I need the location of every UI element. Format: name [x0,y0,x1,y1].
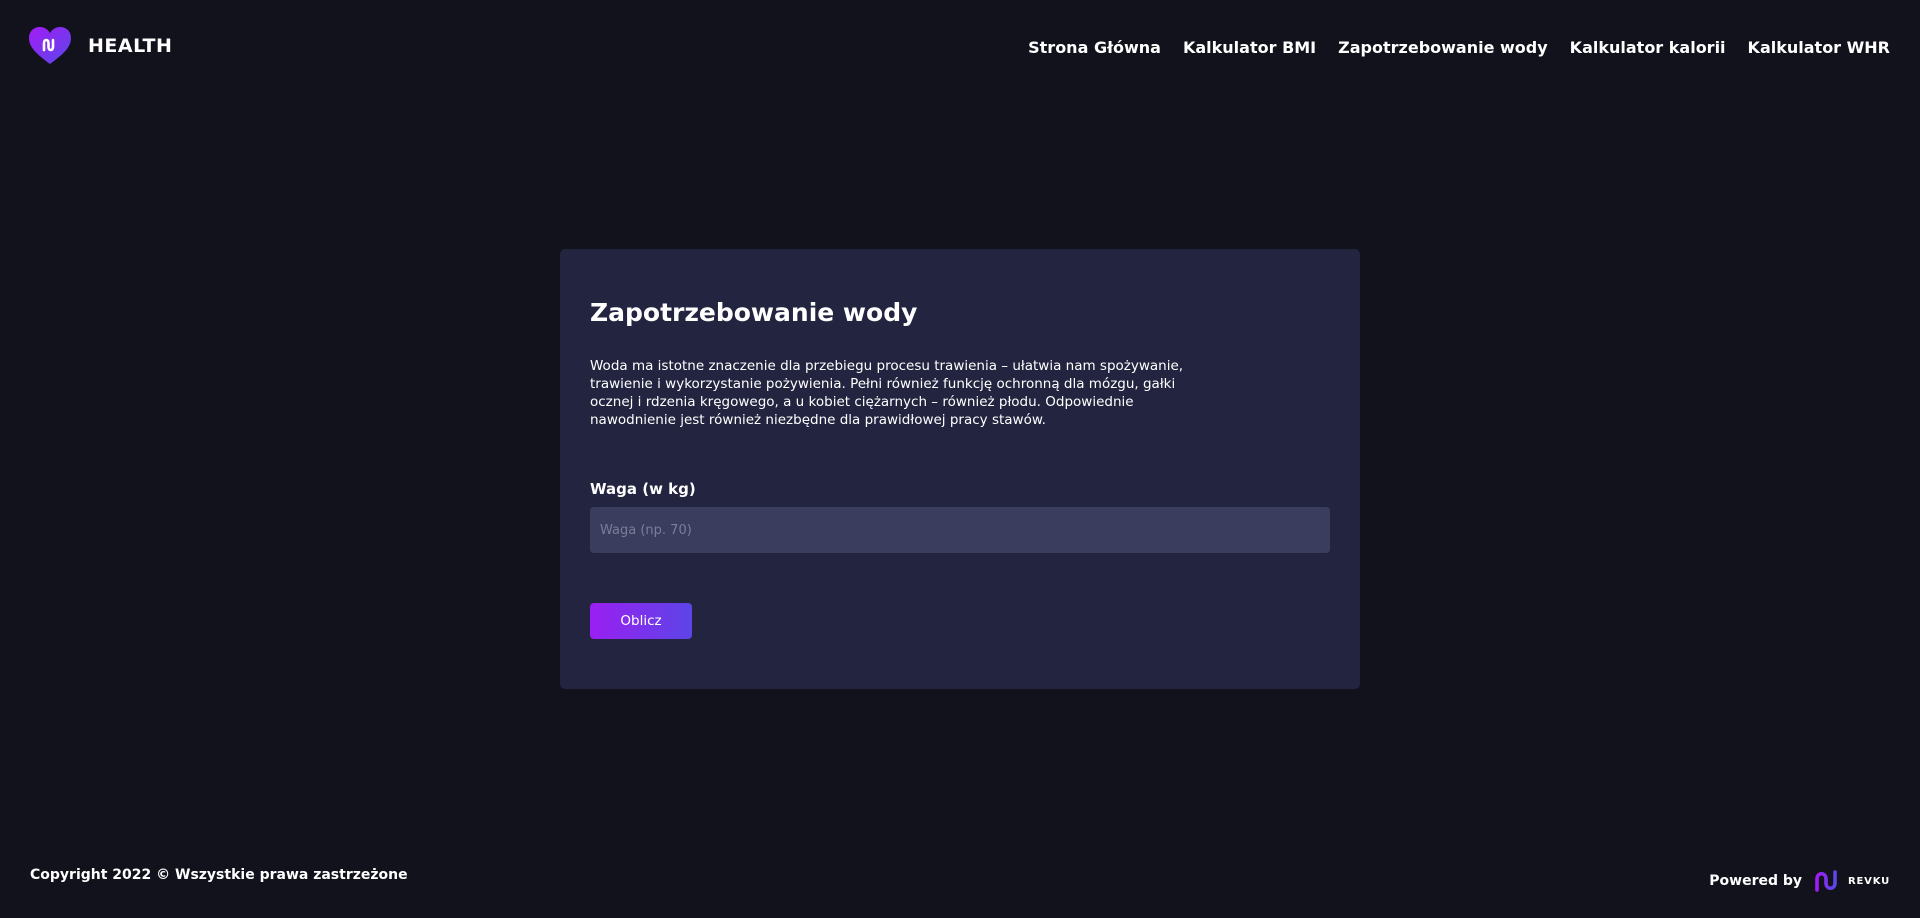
powered-by: Powered by REVKU [1709,870,1890,892]
weight-label: Waga (w kg) [590,480,696,498]
nav-item-whr-calculator[interactable]: Kalkulator WHR [1748,38,1890,57]
site-header: HEALTH Strona Główna Kalkulator BMI Zapo… [0,0,1920,92]
revku-brand-name: REVKU [1848,875,1890,887]
powered-by-label: Powered by [1709,873,1803,889]
page: HEALTH Strona Główna Kalkulator BMI Zapo… [0,0,1920,918]
revku-logo[interactable]: REVKU [1814,870,1890,892]
nav-item-bmi-calculator[interactable]: Kalkulator BMI [1183,38,1316,57]
description-text: Woda ma istotne znaczenie dla przebiegu … [590,358,1184,428]
brand[interactable]: HEALTH [29,27,172,65]
page-title: Zapotrzebowanie wody [590,298,918,327]
brand-name: HEALTH [88,35,173,57]
copyright-text: Copyright 2022 © Wszystkie prawa zastrze… [30,867,408,883]
heart-logo-icon [29,27,71,64]
nav-item-home[interactable]: Strona Główna [1028,38,1161,57]
nav-item-calorie-calculator[interactable]: Kalkulator kalorii [1570,38,1726,57]
nav-item-water-requirement[interactable]: Zapotrzebowanie wody [1338,38,1548,57]
water-calculator-card: Zapotrzebowanie wody Woda ma istotne zna… [560,249,1360,689]
weight-input[interactable] [590,507,1330,553]
revku-logo-icon [1815,870,1837,892]
calculate-button[interactable]: Oblicz [590,603,692,639]
main-nav: Strona Główna Kalkulator BMI Zapotrzebow… [1028,38,1890,57]
